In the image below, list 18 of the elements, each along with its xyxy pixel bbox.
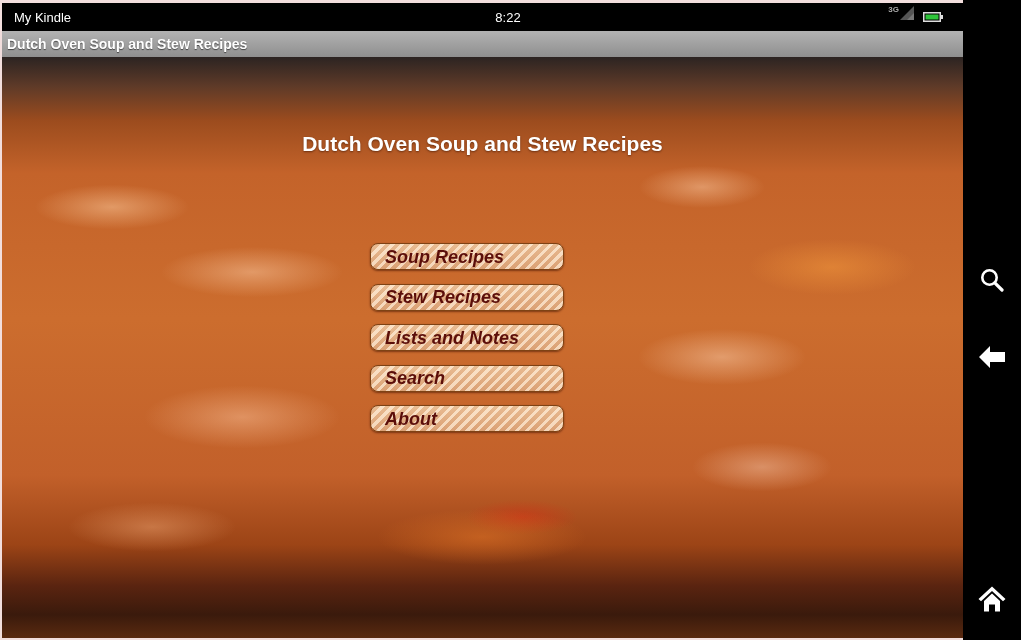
menu-button[interactable]: About	[370, 405, 564, 432]
search-button[interactable]	[980, 268, 1004, 292]
menu-button[interactable]: Lists and Notes	[370, 324, 564, 351]
left-arrow-icon	[979, 346, 1005, 368]
battery-icon	[923, 12, 943, 22]
page-heading: Dutch Oven Soup and Stew Recipes	[302, 132, 663, 156]
search-icon	[980, 268, 1004, 292]
menu-button[interactable]: Stew Recipes	[370, 283, 564, 311]
back-button[interactable]	[979, 346, 1005, 368]
signal-icon	[900, 6, 914, 20]
home-button[interactable]	[978, 586, 1006, 612]
menu-button[interactable]: Search	[370, 364, 564, 392]
network-type: 3G	[888, 5, 899, 14]
menu-button[interactable]: Soup Recipes	[370, 243, 564, 270]
home-icon	[978, 586, 1006, 612]
device-name: My Kindle	[13, 9, 72, 25]
window-title: Dutch Oven Soup and Stew Recipes	[7, 36, 248, 52]
clock-time: 8:22	[495, 9, 521, 25]
